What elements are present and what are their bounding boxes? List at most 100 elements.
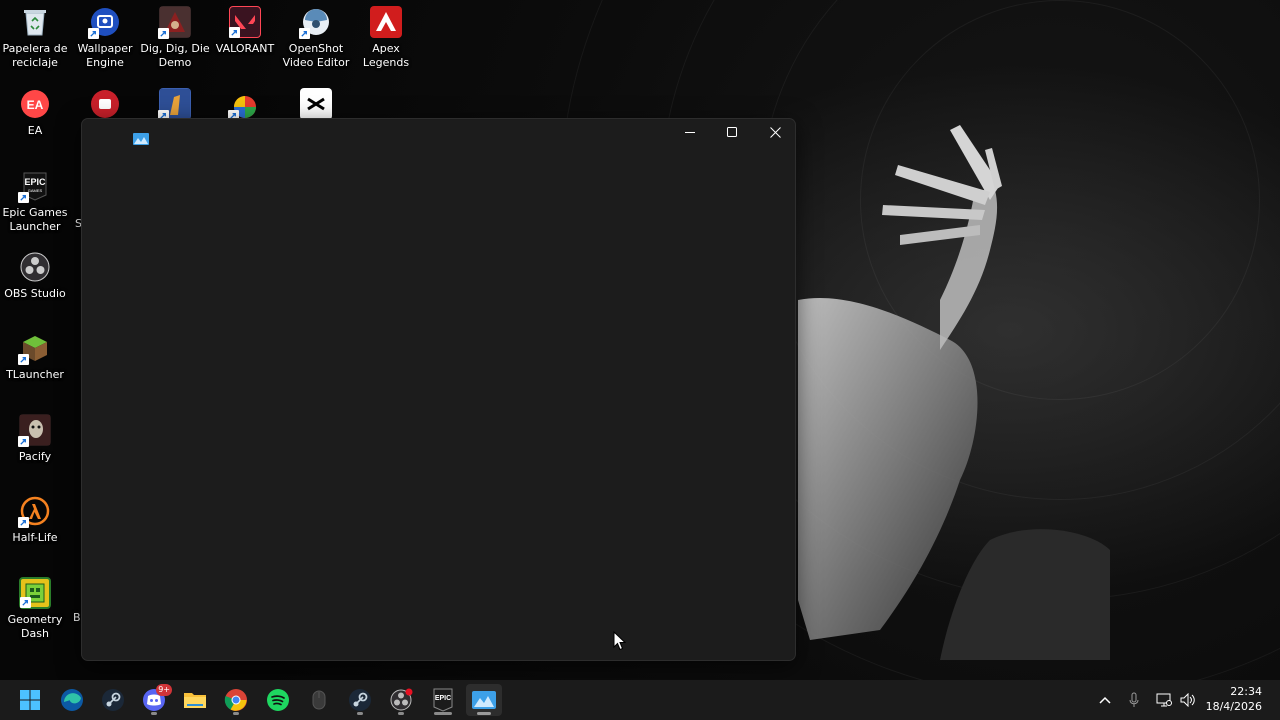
red-fist-app-icon [89,88,121,120]
desktop-icon-ea[interactable]: EA EA [0,88,70,138]
close-button[interactable] [753,119,797,145]
steam-icon [102,689,124,711]
mouse-icon [312,690,326,710]
maximize-icon [727,127,737,137]
taskbar-discord[interactable]: 9+ [136,684,172,716]
desktop-icon-hidden-1[interactable] [70,88,140,120]
geometry-dash-icon [19,577,51,609]
shortcut-arrow-icon [18,436,29,447]
desktop-icon-hidden-2[interactable] [140,88,210,121]
desktop-icon-label: VALORANT [215,42,275,55]
taskbar-steam[interactable] [95,684,131,716]
desktop-icon-valorant[interactable]: VALORANT [210,6,280,56]
desktop-icon-pacify[interactable]: Pacify [0,414,70,464]
desktop-icon-half-life[interactable]: Half-Life [0,495,70,545]
desktop-icon-wallpaper-engine[interactable]: Wallpaper Engine [70,6,140,70]
running-indicator [434,712,452,715]
apex-legends-icon [370,6,402,38]
dig-dig-die-icon [158,6,191,39]
shortcut-arrow-icon [299,28,310,39]
folder-icon [184,693,206,708]
mouse-cursor-icon [613,631,626,651]
desktop-icon-label: Epic Games Launcher [2,206,68,233]
desktop-icon-hidden-4[interactable] [281,88,351,120]
notification-badge: 9+ [156,684,172,696]
desktop-icon-epic[interactable]: EPIC GAMES Epic Games Launcher [0,170,70,234]
openshot-icon [299,6,332,39]
desktop-icon-dig-dig-die[interactable]: Dig, Dig, Die Demo [140,6,210,70]
desktop-icon-label: Geometry Dash [7,613,63,640]
shortcut-arrow-icon [158,28,169,39]
shortcut-arrow-icon [88,28,99,39]
desktop-icon-label: Papelera de reciclaje [2,42,68,69]
desktop-icon-hidden-3[interactable] [210,88,280,121]
taskbar-chrome[interactable] [218,684,254,716]
network-icon [1156,693,1172,707]
half-life-icon [18,495,51,528]
windows-start-icon [20,690,40,710]
capcut-icon [300,88,332,120]
tlauncher-icon [18,332,51,365]
start-button[interactable] [12,684,48,716]
clock-date: 18/4/2026 [1205,700,1262,713]
taskbar-clock[interactable]: 22:34 18/4/2026 [1206,684,1262,714]
wallpaper-engine-picture-icon [133,133,149,145]
desktop-icon-tlauncher[interactable]: TLauncher [0,332,70,382]
taskbar-file-explorer[interactable] [177,684,213,716]
show-hidden-icons-button[interactable] [1097,692,1113,708]
clipped-icon-label: B [73,611,81,624]
wallpaper-engine-picture-icon [472,691,496,709]
desktop-icon-recycle-bin[interactable]: Papelera de reciclaje [0,6,70,70]
taskbar-wallpaper-engine[interactable] [466,684,502,716]
counter-strike-icon [158,88,191,121]
desktop-icon-label: Half-Life [12,531,58,544]
recycle-bin-icon [19,6,51,38]
desktop-icon-label: TLauncher [6,368,64,381]
edge-icon [61,689,83,711]
running-indicator [477,712,491,715]
svg-text:EPIC: EPIC [24,177,46,187]
speaker-icon [1180,693,1195,707]
desktop-icon-label: OpenShot Video Editor [282,42,350,69]
pacify-icon [18,414,51,447]
svg-text:EA: EA [27,98,44,112]
desktop-icon-apex[interactable]: Apex Legends [351,6,421,70]
taskbar-edge[interactable] [54,684,90,716]
taskbar-obs[interactable] [383,684,419,716]
taskbar-epic-games[interactable]: EPIC [425,684,461,716]
taskbar-mouse-app[interactable] [301,684,337,716]
wallpaper-figure [798,125,1110,660]
minimize-button[interactable] [668,119,712,145]
colorful-app-icon [228,88,261,121]
desktop-icon-geometry-dash[interactable]: Geometry Dash [0,577,70,641]
desktop-icon-label: Wallpaper Engine [77,42,133,69]
shortcut-arrow-icon [20,597,31,608]
epic-games-icon: EPIC GAMES [18,170,51,203]
app-window[interactable] [81,118,796,661]
obs-icon [390,688,413,711]
spotify-icon [267,689,289,711]
running-indicator [233,712,239,715]
wallpaper-engine-icon [88,6,121,39]
desktop-icon-obs[interactable]: OBS Studio [0,251,70,301]
taskbar: 9+ EPIC 22:34 18/4/2026 [0,680,1280,720]
maximize-button[interactable] [710,119,754,145]
microphone-tray[interactable] [1126,692,1142,708]
minimize-icon [685,132,695,133]
epic-games-icon: EPIC [433,688,453,712]
network-tray[interactable] [1156,692,1172,708]
svg-text:EPIC: EPIC [435,695,451,702]
taskbar-spotify[interactable] [260,684,296,716]
shortcut-arrow-icon [229,27,240,38]
close-icon [769,126,781,138]
steam-icon [349,689,371,711]
taskbar-steam-2[interactable] [342,684,378,716]
valorant-icon [229,6,261,38]
svg-text:GAMES: GAMES [28,188,43,193]
running-indicator [357,712,363,715]
desktop-icon-openshot[interactable]: OpenShot Video Editor [281,6,351,70]
desktop-icon-label: OBS Studio [4,287,66,300]
shortcut-arrow-icon [18,192,29,203]
volume-tray[interactable] [1180,692,1196,708]
ea-icon: EA [19,88,51,120]
